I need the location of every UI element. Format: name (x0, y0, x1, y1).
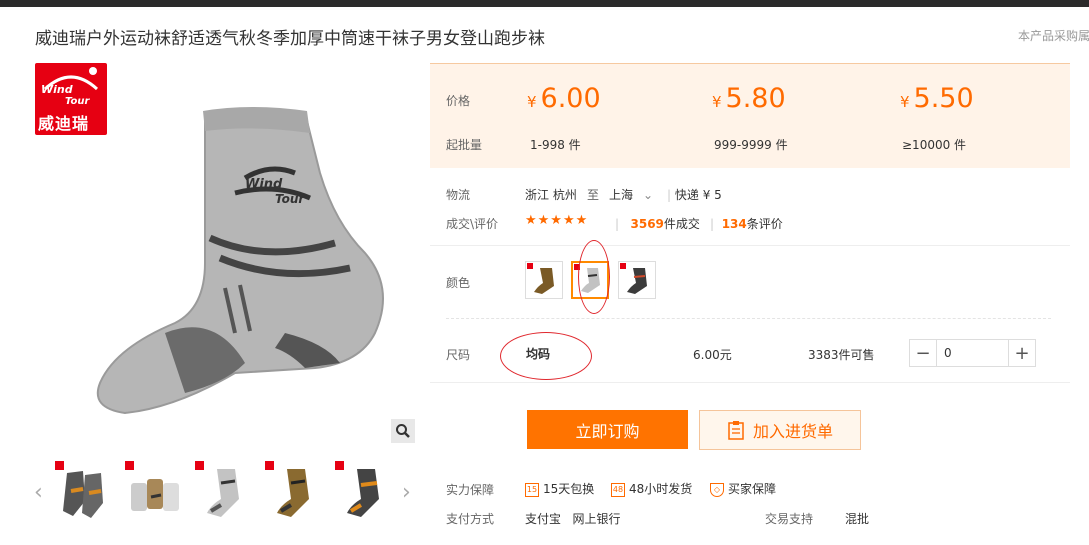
divider: | (667, 188, 672, 202)
guarantee-text: 48小时发货 (629, 482, 693, 496)
stock-number: 3383 (808, 348, 839, 362)
thumbnail[interactable] (265, 461, 325, 521)
guarantee-shipping[interactable]: 48 48小时发货 (611, 480, 692, 497)
size-label: 尺码 (446, 348, 471, 362)
annotation-ellipse (500, 332, 592, 380)
reviews-label: 成交\评价 (446, 217, 499, 231)
divider (446, 318, 1051, 319)
currency-symbol: ¥ (712, 93, 722, 111)
divider (430, 382, 1070, 383)
brand-logo-word: Wind (41, 83, 73, 96)
moq-label: 起批量 (446, 138, 483, 152)
thumbnail[interactable] (55, 461, 115, 521)
quantity-stepper[interactable]: − 0 + (909, 339, 1036, 367)
currency-symbol: ¥ (900, 93, 910, 111)
calendar-15-icon: 15 (525, 482, 539, 497)
add-to-cart-button[interactable]: 加入进货单 (699, 410, 861, 450)
guarantee-label: 实力保障 (446, 483, 495, 497)
ship-from: 浙江 杭州 (525, 188, 577, 202)
zoom-button[interactable] (391, 419, 415, 443)
shield-icon: ◇ (710, 482, 724, 497)
color-swatch-brown[interactable] (525, 261, 563, 299)
brand-logo-word: Tour (65, 96, 90, 107)
ship-to-select[interactable]: 上海 ⌄ (609, 186, 653, 203)
top-bar (0, 0, 1089, 7)
rating-stars: ★★★★★ (525, 213, 589, 228)
brand-logo-cn: 威迪瑞 (38, 114, 90, 133)
divider (430, 245, 1070, 246)
price-value: 6.00 (540, 83, 601, 114)
top-right-note: 本产品采购属 (1018, 29, 1089, 43)
ship-to-city: 上海 (609, 188, 634, 202)
sold-suffix: 件成交 (663, 217, 700, 231)
guarantee-text: 买家保障 (728, 482, 777, 496)
divider: | (710, 217, 715, 231)
add-to-cart-label: 加入进货单 (752, 422, 833, 441)
product-title: 威迪瑞户外运动袜舒适透气秋冬季加厚中筒速干袜子男女登山跑步袜 (35, 29, 545, 49)
size-price: 6.00元 (693, 348, 732, 362)
currency-symbol: ¥ (527, 93, 537, 111)
price-tier-1: ¥6.00 (527, 83, 601, 114)
price-value: 5.80 (725, 83, 786, 114)
review-number: 134 (721, 217, 747, 231)
stock-suffix: 件可售 (838, 348, 875, 362)
clipboard-icon (728, 421, 744, 440)
increment-button[interactable]: + (1009, 340, 1035, 366)
calendar-48-icon: 48 (611, 482, 625, 497)
quantity-input[interactable]: 0 (936, 340, 1009, 366)
logistics-label: 物流 (446, 188, 471, 202)
ship-to-word: 至 (587, 188, 600, 202)
magnifier-icon (396, 424, 410, 438)
guarantee-exchange[interactable]: 15 15天包换 (525, 480, 594, 497)
decrement-button[interactable]: − (910, 340, 936, 366)
shipping-fee: | 快递 ¥ 5 (667, 186, 722, 203)
payment-methods: 支付宝 网上银行 (525, 512, 621, 526)
sold-count[interactable]: | 3569件成交 (615, 215, 700, 232)
shipping-fee-text: 快递 ¥ 5 (674, 188, 722, 202)
price-label: 价格 (446, 94, 471, 108)
thumb-next-arrow-icon[interactable]: › (402, 480, 411, 505)
thumbnail[interactable] (335, 461, 395, 521)
sold-number: 3569 (630, 217, 664, 231)
review-suffix: 条评价 (746, 217, 783, 231)
brand-logo: Wind Tour 威迪瑞 (35, 63, 107, 135)
price-value: 5.50 (913, 83, 974, 114)
divider: | (615, 217, 620, 231)
buy-now-button[interactable]: 立即订购 (527, 410, 688, 449)
trade-support-label: 交易支持 (765, 512, 814, 526)
price-tier-2: ¥5.80 (712, 83, 786, 114)
guarantee-text: 15天包换 (543, 482, 595, 496)
price-tier-3: ¥5.50 (900, 83, 974, 114)
svg-text:Wind: Wind (245, 177, 283, 192)
stock-available: 3383件可售 (808, 346, 875, 363)
moq-range: 1-998 件 (530, 138, 581, 152)
payment-label: 支付方式 (446, 512, 495, 526)
thumbnail[interactable] (195, 461, 255, 521)
moq-range: 999-9999 件 (714, 138, 788, 152)
color-swatch-dark[interactable] (618, 261, 656, 299)
guarantee-buyer[interactable]: ◇ 买家保障 (710, 480, 776, 497)
thumb-prev-arrow-icon[interactable]: ‹ (34, 480, 43, 505)
thumbnail[interactable] (125, 461, 185, 521)
annotation-ellipse (578, 240, 610, 314)
color-label: 颜色 (446, 276, 471, 290)
svg-text:Tour: Tour (275, 192, 305, 206)
trade-support-value: 混批 (845, 512, 870, 526)
moq-range: ≥10000 件 (902, 138, 967, 152)
review-count[interactable]: | 134条评价 (710, 215, 783, 232)
chevron-down-icon: ⌄ (643, 188, 654, 202)
